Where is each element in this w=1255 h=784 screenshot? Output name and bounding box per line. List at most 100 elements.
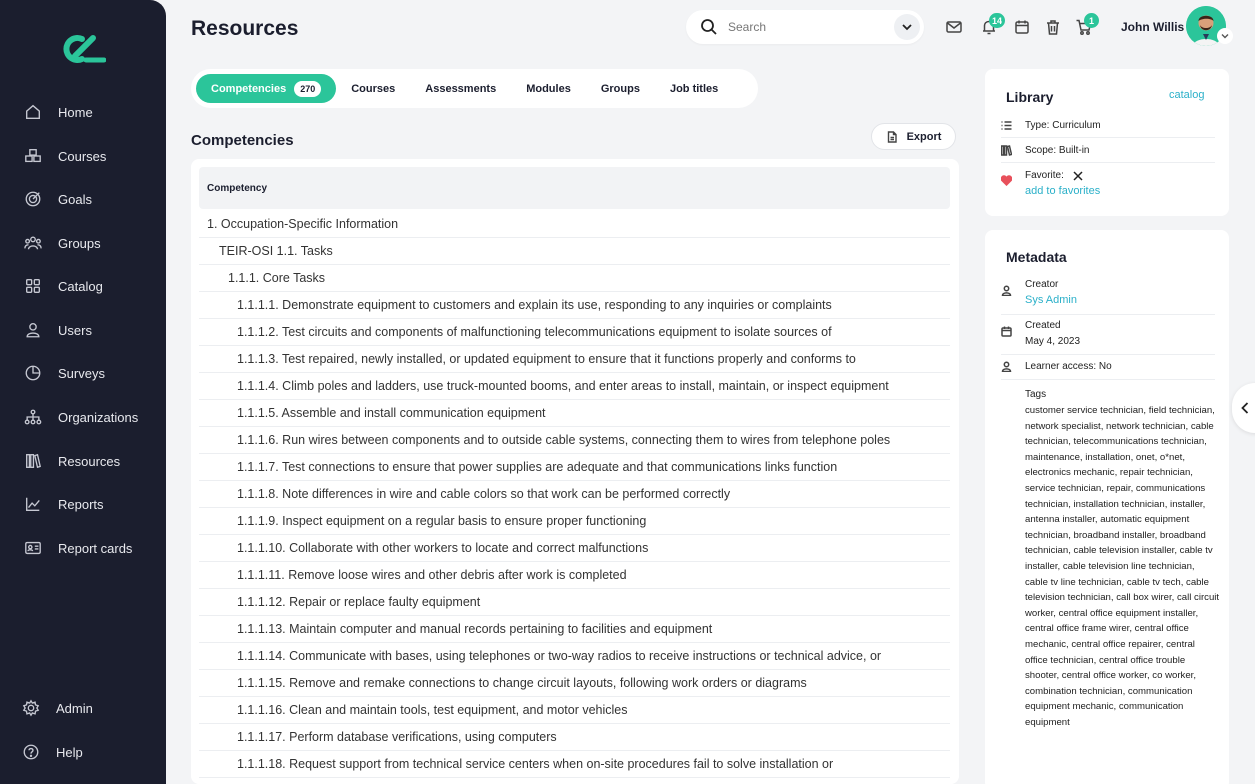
user-menu-button[interactable]: [1217, 28, 1233, 44]
help-icon: [21, 742, 41, 762]
search-dropdown-button[interactable]: [894, 14, 920, 40]
metadata-learner-access: Learner access: No: [1001, 361, 1215, 375]
library-card: Library catalog Type: Curriculum Scope: …: [985, 69, 1229, 216]
table-row[interactable]: 1.1.1.14. Communicate with bases, using …: [199, 643, 950, 670]
tab-assessments[interactable]: Assessments: [410, 74, 511, 103]
type-text: Type: Curriculum: [1025, 120, 1101, 131]
metadata-creator: Creator Sys Admin: [1001, 279, 1215, 306]
sidebar-item-label: Report cards: [58, 540, 133, 556]
divider: [1001, 314, 1215, 315]
table-row[interactable]: 1.1.1.10. Collaborate with other workers…: [199, 535, 950, 562]
heart-icon: [1000, 170, 1015, 197]
library-scope: Scope: Built-in: [1000, 145, 1215, 159]
sidebar-item-users[interactable]: Users: [0, 312, 166, 348]
tab-job-titles[interactable]: Job titles: [655, 74, 733, 103]
sidebar-item-label: Reports: [58, 496, 104, 512]
export-button[interactable]: Export: [871, 123, 956, 150]
close-icon[interactable]: [1073, 170, 1083, 181]
tab-modules[interactable]: Modules: [511, 74, 586, 103]
sidebar-item-groups[interactable]: Groups: [0, 225, 166, 261]
sidebar-item-report-cards[interactable]: Report cards: [0, 530, 166, 566]
add-to-favorites-link[interactable]: add to favorites: [1025, 185, 1100, 197]
tags-list: customer service technician, field techn…: [1025, 405, 1220, 728]
metadata-created: Created May 4, 2023: [1001, 320, 1215, 347]
table-row[interactable]: 1.1.1.13. Maintain computer and manual r…: [199, 616, 950, 643]
area-chart-icon: [23, 494, 43, 514]
table-row[interactable]: 1. Occupation-Specific Information: [199, 211, 950, 238]
catalog-link[interactable]: catalog: [1169, 89, 1204, 101]
sidebar-item-goals[interactable]: Goals: [0, 181, 166, 217]
id-card-icon: [23, 538, 43, 558]
chevron-down-icon: [902, 24, 912, 31]
sidebar-item-resources[interactable]: Resources: [0, 443, 166, 479]
home-icon: [23, 102, 43, 122]
table-row[interactable]: 1.1.1.11. Remove loose wires and other d…: [199, 562, 950, 589]
table-row[interactable]: 1.1.1.8. Note differences in wire and ca…: [199, 481, 950, 508]
library-icon: [23, 451, 43, 471]
mail-icon[interactable]: [945, 18, 963, 36]
table-row[interactable]: 1.1.1.2. Test circuits and components of…: [199, 319, 950, 346]
sidebar-item-home[interactable]: Home: [0, 94, 166, 130]
table-row[interactable]: 1.1.1.7. Test connections to ensure that…: [199, 454, 950, 481]
sidebar-item-admin[interactable]: Admin: [0, 690, 166, 726]
sidebar-item-reports[interactable]: Reports: [0, 486, 166, 522]
table-row[interactable]: 1.1.1.17. Perform database verifications…: [199, 724, 950, 751]
list-icon: [1001, 120, 1015, 134]
sidebar-item-label: Home: [58, 104, 93, 120]
library-favorite: Favorite: add to favorites: [1000, 170, 1215, 197]
gear-icon: [21, 698, 41, 718]
tags-label: Tags: [1025, 389, 1047, 400]
search-bar[interactable]: Search: [686, 10, 924, 44]
user-icon: [1001, 279, 1015, 306]
sidebar-item-label: Groups: [58, 235, 101, 251]
favorite-label: Favorite:: [1025, 170, 1064, 181]
notifications-badge: 14: [989, 13, 1006, 28]
groups-icon: [23, 233, 43, 253]
user-icon: [23, 320, 43, 340]
divider: [1001, 162, 1215, 163]
learner-access-text: Learner access: No: [1025, 361, 1112, 372]
sidebar-item-organizations[interactable]: Organizations: [0, 399, 166, 435]
sidebar-item-help[interactable]: Help: [0, 734, 166, 770]
file-export-icon: [887, 130, 897, 143]
creator-label: Creator: [1025, 279, 1059, 290]
table-row[interactable]: 1.1.1.12. Repair or replace faulty equip…: [199, 589, 950, 616]
table-row[interactable]: 1.1.1.15. Remove and remake connections …: [199, 670, 950, 697]
table-header-competency[interactable]: Competency: [199, 167, 950, 209]
tab-competencies[interactable]: Competencies 270: [196, 74, 337, 103]
tab-groups[interactable]: Groups: [586, 74, 655, 103]
chevron-down-icon: [1221, 34, 1229, 39]
org-chart-icon: [23, 407, 43, 427]
library-icon: [1000, 145, 1015, 159]
table-row[interactable]: 1.1.1.9. Inspect equipment on a regular …: [199, 508, 950, 535]
sidebar-item-surveys[interactable]: Surveys: [0, 355, 166, 391]
creator-link[interactable]: Sys Admin: [1025, 294, 1077, 306]
logo[interactable]: [60, 34, 106, 64]
table-row[interactable]: 1.1.1.18. Request support from technical…: [199, 751, 950, 778]
created-value: May 4, 2023: [1025, 336, 1081, 347]
user-name[interactable]: John Willis: [1121, 20, 1184, 34]
table-row[interactable]: 1.1.1.5. Assemble and install communicat…: [199, 400, 950, 427]
trash-icon[interactable]: [1044, 18, 1062, 36]
divider: [1001, 379, 1215, 380]
tab-courses[interactable]: Courses: [336, 74, 410, 103]
table-row[interactable]: TEIR-OSI 1.1. Tasks: [199, 238, 950, 265]
table-row[interactable]: 1.1.1.3. Test repaired, newly installed,…: [199, 346, 950, 373]
table-row[interactable]: 1.1.1.4. Climb poles and ladders, use tr…: [199, 373, 950, 400]
table-row[interactable]: 1.1.1. Core Tasks: [199, 265, 950, 292]
sidebar-item-courses[interactable]: Courses: [0, 138, 166, 174]
scope-text: Scope: Built-in: [1025, 145, 1090, 156]
table-row[interactable]: 1.1.1.16. Clean and maintain tools, test…: [199, 697, 950, 724]
sidebar-item-label: Goals: [58, 191, 92, 207]
table-row[interactable]: 1.1.1.6. Run wires between components an…: [199, 427, 950, 454]
search-icon: [701, 19, 717, 35]
calendar-icon[interactable]: [1013, 18, 1031, 36]
tab-label: Competencies: [211, 82, 287, 95]
sidebar-item-label: Surveys: [58, 365, 105, 381]
sidebar-item-catalog[interactable]: Catalog: [0, 268, 166, 304]
table-row[interactable]: 1.1.1.1. Demonstrate equipment to custom…: [199, 292, 950, 319]
sidebar-item-label: Admin: [56, 700, 93, 716]
calendar-icon: [1001, 320, 1015, 347]
collapse-panel-button[interactable]: [1232, 383, 1255, 433]
search-input[interactable]: Search: [728, 20, 894, 34]
